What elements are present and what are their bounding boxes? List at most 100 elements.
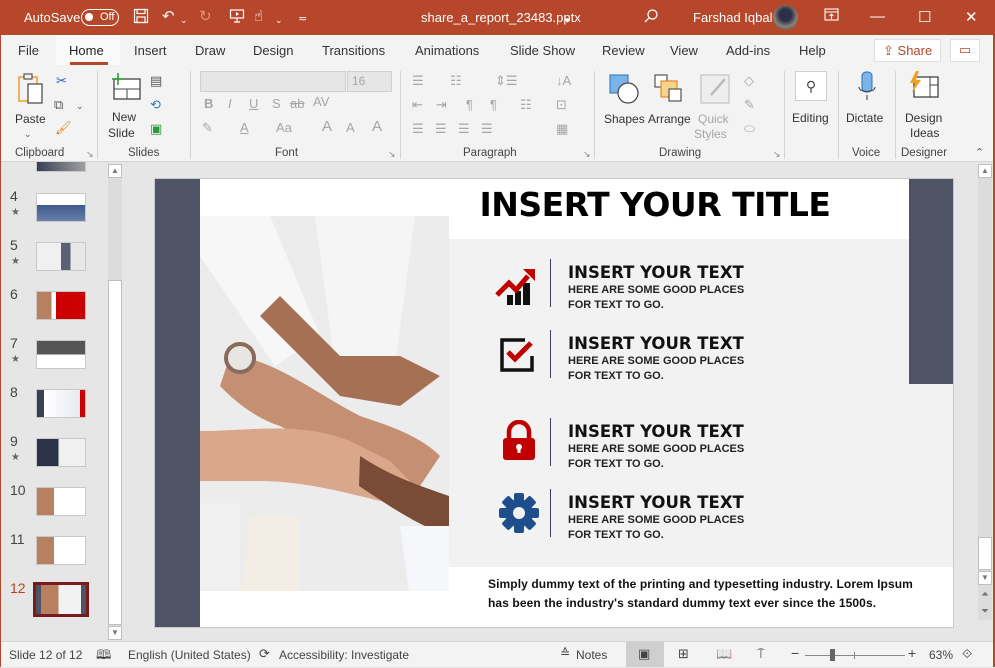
scroll-up-icon[interactable]: ▲ (108, 164, 122, 178)
footer-text-line-2[interactable]: has been the industry's standard dummy t… (488, 596, 876, 610)
editing-button[interactable]: ⚲ Editing (792, 71, 830, 141)
reset-slide-icon[interactable]: ⟲ (150, 97, 161, 112)
slide-thumbnail-10[interactable] (36, 487, 86, 516)
tab-draw[interactable]: Draw (195, 43, 225, 58)
quick-styles-button[interactable]: Quick Styles (694, 71, 738, 141)
ltr-icon[interactable]: ¶ (466, 97, 473, 112)
text-shadow-icon[interactable]: S (272, 96, 281, 111)
slide-canvas[interactable]: INSERT YOUR TITLE INSERT YOUR TEXT HERE … (154, 178, 954, 628)
design-ideas-button[interactable]: Design Ideas (902, 71, 946, 141)
font-size-select[interactable]: 16 (347, 71, 392, 92)
slide-scroll-down-icon[interactable]: ▼ (978, 571, 992, 585)
minimize-icon[interactable]: — (870, 8, 885, 25)
section-icon[interactable]: ▣ (150, 121, 162, 136)
smartart-icon[interactable]: ▦ (556, 121, 568, 136)
previous-slide-icon[interactable]: ⏶ (981, 589, 989, 600)
slide-thumbnail-6[interactable] (36, 291, 86, 320)
increase-font-icon[interactable]: A (322, 119, 332, 134)
change-case-icon[interactable]: Aa (276, 120, 292, 135)
clipboard-launcher-icon[interactable]: ↘ (86, 149, 94, 160)
align-text-icon[interactable]: ⊡ (556, 97, 567, 112)
shape-outline-icon[interactable]: ✎ (744, 97, 755, 112)
underline-icon[interactable]: U (249, 96, 258, 111)
rtl-icon[interactable]: ¶ (490, 97, 497, 112)
thumbnail-scroll-thumb[interactable] (108, 280, 122, 625)
redo-icon[interactable]: ↻ (199, 8, 212, 26)
text-direction-icon[interactable]: ↓A (556, 73, 571, 88)
avatar[interactable] (773, 5, 798, 30)
slide-scroll-up-icon[interactable]: ▲ (978, 164, 992, 178)
tab-insert[interactable]: Insert (134, 43, 167, 58)
undo-icon[interactable]: ↶ (162, 8, 175, 26)
language-status[interactable]: English (United States) (128, 648, 251, 662)
feature-item[interactable]: INSERT YOUR TEXT HERE ARE SOME GOOD PLAC… (495, 489, 795, 544)
team-hands-photo[interactable] (200, 216, 449, 591)
save-icon[interactable] (133, 8, 149, 29)
zoom-in-icon[interactable]: + (908, 645, 916, 661)
collapse-ribbon-icon[interactable]: ⌃ (975, 146, 984, 161)
notes-icon[interactable]: ≙ (560, 646, 570, 660)
accessibility-status[interactable]: Accessibility: Investigate (279, 648, 409, 662)
format-painter-icon[interactable]: 🖌 (55, 120, 72, 135)
share-button[interactable]: ⇪ Share (874, 39, 941, 62)
shape-effects-icon[interactable]: ⬭ (744, 121, 755, 136)
font-launcher-icon[interactable]: ↘ (388, 149, 396, 160)
feature-item[interactable]: INSERT YOUR TEXT HERE ARE SOME GOOD PLAC… (495, 330, 795, 385)
font-color-icon[interactable]: A (240, 120, 249, 135)
new-slide-button[interactable]: New Slide (106, 71, 146, 141)
slideshow-view-icon[interactable]: ⍑ (757, 646, 765, 662)
dictate-button[interactable]: Dictate (846, 71, 888, 141)
next-slide-icon[interactable]: ⏷ (981, 606, 989, 617)
tab-view[interactable]: View (670, 43, 698, 58)
cut-icon[interactable]: ✂ (56, 73, 67, 88)
zoom-slider[interactable] (805, 655, 905, 656)
comments-button[interactable]: ▭ (950, 39, 980, 62)
arrange-button[interactable]: Arrange (648, 71, 692, 141)
tab-file[interactable]: File (18, 43, 39, 58)
tab-home[interactable]: Home (69, 43, 104, 58)
tab-transitions[interactable]: Transitions (322, 43, 385, 58)
touch-mode-icon[interactable]: ☝ (254, 8, 263, 26)
tab-slide-show[interactable]: Slide Show (510, 43, 575, 58)
decrease-indent-icon[interactable]: ⇤ (412, 97, 423, 112)
user-name[interactable]: Farshad Iqbal (693, 10, 773, 25)
align-center-icon[interactable]: ☰ (435, 121, 447, 136)
slide-thumbnail-9[interactable] (36, 438, 86, 467)
line-spacing-icon[interactable]: ⇕☰ (495, 73, 518, 88)
feature-item[interactable]: INSERT YOUR TEXT HERE ARE SOME GOOD PLAC… (495, 418, 795, 473)
search-icon[interactable] (643, 8, 659, 29)
notes-button[interactable]: Notes (576, 648, 607, 662)
scroll-down-icon[interactable]: ▼ (108, 626, 122, 640)
slide-thumbnail-7[interactable] (36, 340, 86, 369)
slide-thumbnail-12[interactable] (33, 582, 89, 617)
spelling-check-icon[interactable]: 🕮 (96, 646, 111, 668)
tab-animations[interactable]: Animations (415, 43, 479, 58)
slide-thumbnail-5[interactable] (36, 242, 86, 271)
strikethrough-icon[interactable]: ab (290, 96, 304, 111)
fit-to-window-icon[interactable]: ⟐ (962, 646, 972, 662)
accessibility-icon[interactable]: ⟳ (259, 646, 270, 662)
justify-icon[interactable]: ☰ (481, 121, 493, 136)
slide-thumbnail-4[interactable] (36, 193, 86, 222)
slide-scroll-thumb[interactable] (978, 537, 992, 570)
align-right-icon[interactable]: ☰ (458, 121, 470, 136)
font-name-select[interactable] (200, 71, 346, 92)
align-left-icon[interactable]: ☰ (412, 121, 424, 136)
bullets-icon[interactable]: ☰ (412, 73, 424, 88)
zoom-out-icon[interactable]: − (791, 645, 799, 661)
touch-dropdown-icon[interactable]: ⌄ (275, 11, 283, 29)
ribbon-display-options-icon[interactable] (824, 8, 839, 25)
close-icon[interactable]: ✕ (965, 8, 978, 26)
numbering-icon[interactable]: ☷ (450, 73, 462, 88)
slide-thumbnail-8[interactable] (36, 389, 86, 418)
footer-text-line-1[interactable]: Simply dummy text of the printing and ty… (488, 577, 913, 591)
columns-icon[interactable]: ☷ (520, 97, 532, 112)
title-dropdown-icon[interactable]: ▾ (565, 11, 570, 29)
shape-fill-icon[interactable]: ◇ (744, 73, 754, 88)
slide-sorter-icon[interactable]: ⊞ (678, 646, 689, 662)
highlight-icon[interactable]: ✎ (202, 120, 213, 135)
paste-dropdown-icon[interactable]: ⌄ (24, 127, 32, 142)
italic-icon[interactable]: I (228, 96, 232, 111)
maximize-icon[interactable]: ☐ (918, 8, 931, 26)
tab-design[interactable]: Design (253, 43, 293, 58)
